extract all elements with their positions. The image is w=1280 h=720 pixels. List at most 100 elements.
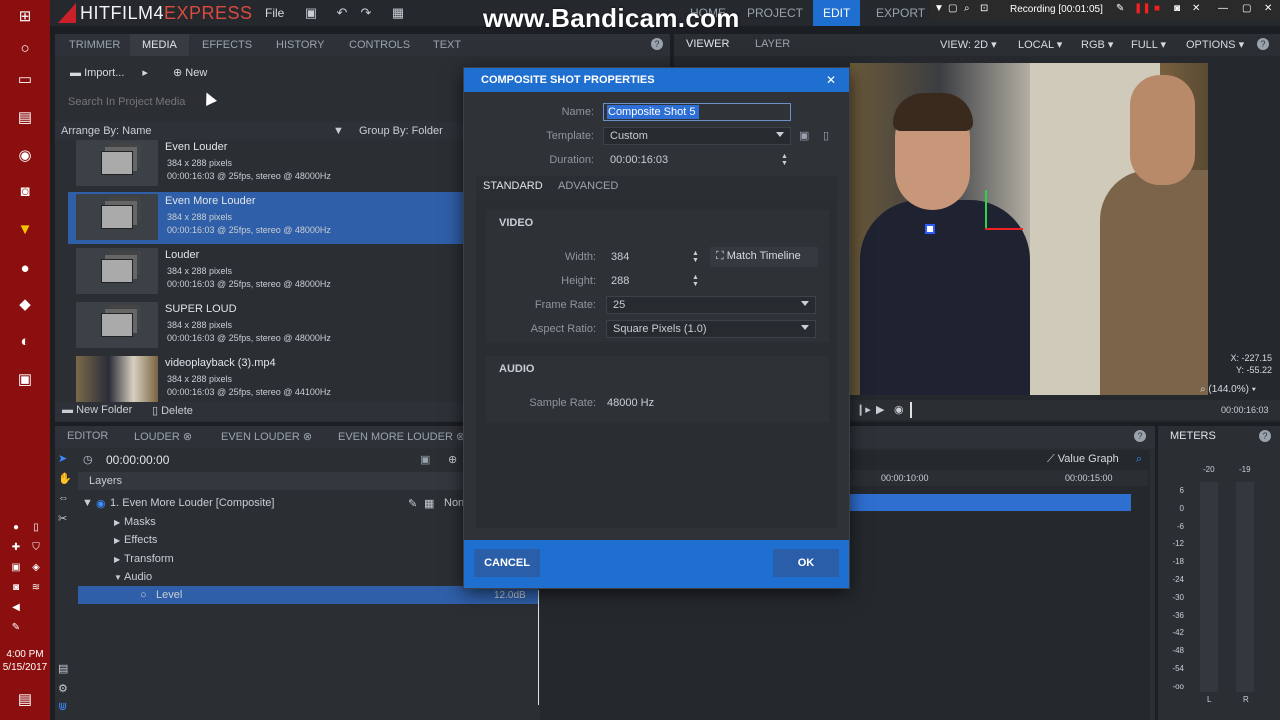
level-value[interactable]: 12.0dB [494, 590, 526, 601]
template-select[interactable]: Custom [603, 127, 791, 145]
tab-controls[interactable]: CONTROLS [337, 34, 422, 56]
undo-icon[interactable]: ↶ [334, 5, 350, 21]
width-field[interactable]: 384 [604, 248, 702, 266]
hand-tool-icon[interactable]: ✋ [58, 472, 72, 485]
tab-trimmer[interactable]: TRIMMER [57, 34, 132, 56]
notifications-icon[interactable]: ▤ [12, 688, 38, 710]
maximize-icon[interactable]: ▢ [1242, 3, 1251, 14]
task-view-icon[interactable]: ▭ [12, 68, 38, 90]
x-axis-gizmo[interactable] [985, 228, 1023, 230]
step-icon[interactable]: ❙▸ [856, 403, 871, 416]
stop-icon[interactable]: ■ [1154, 3, 1160, 14]
media-item[interactable]: videoplayback (3).mp4 384 x 288 pixels 0… [68, 354, 465, 402]
timeline-clip[interactable] [849, 494, 1131, 511]
gear-icon[interactable]: ⚙ [58, 682, 68, 695]
timeline-playhead[interactable] [538, 590, 539, 705]
ok-button[interactable]: OK [773, 549, 839, 577]
quality-select[interactable]: FULL ▾ [1131, 38, 1166, 51]
pencil-icon[interactable]: ✎ [408, 497, 417, 510]
group-by-select[interactable]: Group By: Folder [359, 125, 443, 137]
close-tab-icon[interactable]: ⊗ [183, 431, 192, 443]
tab-louder[interactable]: LOUDER ⊗ [134, 430, 192, 443]
close-icon[interactable]: ✕ [826, 73, 836, 87]
expand-icon[interactable]: ▶ [114, 518, 120, 527]
chevron-down-icon[interactable]: ▼ [934, 3, 944, 14]
tray-icon[interactable]: ◙ [8, 580, 24, 594]
file-explorer-icon[interactable]: ▤ [12, 106, 38, 128]
media-item[interactable]: Even Louder 384 x 288 pixels 00:00:16:03… [68, 138, 465, 190]
slip-tool-icon[interactable]: ⇔ [58, 492, 69, 504]
discord-icon[interactable]: ◙ [12, 180, 38, 202]
speaker-icon[interactable]: ◀ [8, 600, 24, 614]
window-icon[interactable]: ▢ [948, 3, 957, 14]
help-icon[interactable]: ? [1134, 430, 1146, 442]
frame-rate-select[interactable]: 25 [606, 296, 816, 314]
channel-select[interactable]: RGB ▾ [1081, 38, 1113, 51]
delete-button[interactable]: ▯ Delete [152, 404, 193, 417]
chrome-icon[interactable]: ◉ [12, 144, 38, 166]
media-item[interactable]: Louder 384 x 288 pixels 00:00:16:03 @ 25… [68, 246, 465, 298]
firefox-icon[interactable]: ◐ [12, 330, 38, 352]
select-tool-icon[interactable]: ➤ [58, 452, 67, 465]
help-icon[interactable]: ? [1259, 430, 1271, 442]
zoom-fit-icon[interactable]: ⌕ [1136, 453, 1142, 466]
wifi-icon[interactable]: ≋ [28, 580, 44, 594]
tab-editor[interactable]: EDITOR [67, 430, 108, 442]
tab-standard[interactable]: STANDARD [483, 180, 543, 192]
expand-icon[interactable]: ▶ [114, 536, 120, 545]
match-timeline-button[interactable]: ⛶ Match Timeline [710, 247, 818, 267]
new-button[interactable]: ⊕ New [173, 66, 207, 79]
save-icon[interactable]: ▣ [303, 5, 319, 21]
tab-even-louder[interactable]: EVEN LOUDER ⊗ [221, 430, 312, 443]
tab-layer[interactable]: LAYER [755, 38, 790, 50]
value-graph-button[interactable]: ⟋ Value Graph [1047, 453, 1119, 466]
y-axis-gizmo[interactable] [985, 190, 987, 230]
import-button[interactable]: ▬ Import... ▸ [70, 66, 148, 79]
help-icon[interactable]: ? [1257, 38, 1269, 50]
zoom-select[interactable]: ⌕ (144.0%) ▾ [1200, 384, 1256, 395]
layout-icon[interactable]: ▤ [58, 662, 68, 675]
nav-export[interactable]: EXPORT [866, 0, 935, 26]
tray-icon[interactable]: ● [8, 520, 24, 534]
duration-spinner[interactable]: ▲ ▼ [781, 153, 788, 167]
viewer-playhead[interactable] [910, 402, 912, 418]
shield-icon[interactable]: ⛉ [28, 540, 44, 554]
new-folder-button[interactable]: ▬ New Folder [62, 404, 132, 416]
save-template-icon[interactable]: ▣ [799, 129, 809, 142]
tab-media[interactable]: MEDIA [130, 34, 189, 56]
redo-icon[interactable]: ↷ [358, 5, 374, 21]
expand-icon[interactable]: ▼ [82, 497, 93, 509]
space-select[interactable]: LOCAL ▾ [1018, 38, 1062, 51]
pencil-icon[interactable]: ✎ [1116, 3, 1124, 14]
timeline-timecode[interactable]: 00:00:00:00 [106, 453, 169, 467]
tab-advanced[interactable]: ADVANCED [558, 180, 618, 192]
windows-start-icon[interactable]: ⊞ [12, 5, 38, 27]
taskbar-clock[interactable]: 4:00 PM 5/15/2017 [0, 648, 50, 674]
aspect-ratio-select[interactable]: Square Pixels (1.0) [606, 320, 816, 338]
tray-icon[interactable]: ◈ [28, 560, 44, 574]
media-item[interactable]: Even More Louder 384 x 288 pixels 00:00:… [68, 192, 465, 244]
vlc-icon[interactable]: ▼ [12, 218, 38, 240]
expand-icon[interactable]: ▶ [114, 555, 120, 564]
nav-edit[interactable]: EDIT [813, 0, 861, 26]
search-icon[interactable]: ⌕ [964, 3, 970, 14]
height-spinner[interactable]: ▲ ▼ [692, 274, 699, 288]
arrange-by-select[interactable]: Arrange By: Name ▼ [61, 125, 344, 137]
tab-effects[interactable]: EFFECTS [190, 34, 264, 56]
play-icon[interactable]: ▶ [876, 403, 884, 416]
tab-even-more-louder[interactable]: EVEN MORE LOUDER ⊗ [338, 430, 465, 443]
property-row-level[interactable]: ○ Level [78, 586, 538, 604]
tray-icon[interactable]: ▯ [28, 520, 44, 534]
tray-icon[interactable]: ▣ [8, 560, 24, 574]
loop-icon[interactable]: ◉ [894, 403, 904, 416]
height-field[interactable]: 288 [604, 272, 702, 290]
camera-icon[interactable]: ◙ [1174, 3, 1180, 14]
collapse-icon[interactable]: ▼ [114, 573, 122, 582]
add-layer-icon[interactable]: ⊕ [448, 453, 457, 466]
minimize-icon[interactable]: — [1218, 3, 1228, 14]
crop-icon[interactable]: ⊡ [980, 3, 988, 14]
snap-icon[interactable]: ⋓ [58, 700, 67, 713]
width-spinner[interactable]: ▲ ▼ [692, 250, 699, 264]
razor-tool-icon[interactable]: ✂ [58, 512, 67, 525]
app-icon[interactable]: ◆ [12, 293, 38, 315]
